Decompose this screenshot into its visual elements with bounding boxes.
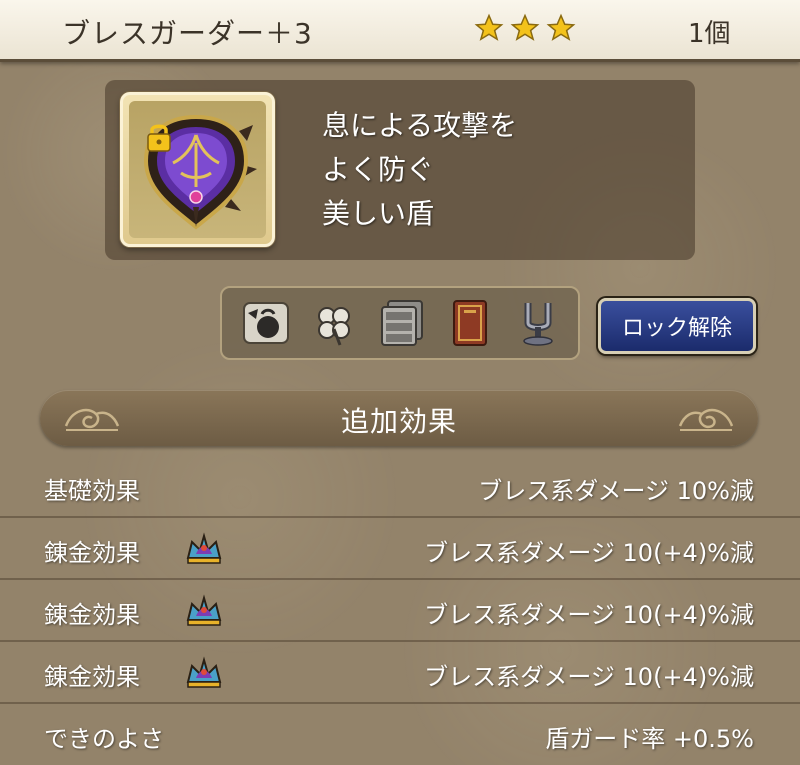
effects-list: 基礎効果 ブレス系ダメージ 10%減 錬金効果 ブレス系ダメージ 10(+4)%… [0,456,800,765]
effect-label: 基礎効果 [44,477,140,505]
flourish-ornament-icon [678,408,734,431]
lock-icon [147,124,171,152]
effect-row: 錬金効果 ブレス系ダメージ 10(+4)%減 [0,518,800,580]
effect-value: ブレス系ダメージ 10(+4)%減 [424,601,754,629]
book-button[interactable] [444,297,496,349]
effect-row: 基礎効果 ブレス系ダメージ 10%減 [0,456,800,518]
clover-icon [318,307,350,346]
drawer-icon [381,300,423,346]
additional-effects-header: 追加効果 [40,390,758,446]
description-line: 美しい盾 [322,197,435,230]
effect-value: 盾ガード率 +0.5% [545,725,754,753]
section-title: 追加効果 [340,405,457,438]
item-name: ブレスガーダー＋3 [62,17,313,50]
clover-button[interactable] [308,297,360,349]
star-icon [546,13,576,41]
tuning-fork-button[interactable] [512,297,564,349]
tuning-fork-icon [523,303,553,346]
alchemy-crown-icon [186,656,222,688]
drawer-button[interactable] [376,297,428,349]
book-icon [453,300,487,346]
effect-label: 錬金効果 [44,663,140,691]
bag-button[interactable] [240,297,292,349]
alchemy-crown-icon [186,532,222,564]
bag-icon [243,302,289,344]
effect-row: 錬金効果 ブレス系ダメージ 10(+4)%減 [0,642,800,704]
item-icon-frame[interactable] [120,92,275,247]
effect-value: ブレス系ダメージ 10%減 [478,477,754,505]
effect-row: できのよさ 盾ガード率 +0.5% [0,704,800,765]
star-icon [474,13,504,41]
item-description: 息による攻撃を よく防ぐ 美しい盾 [322,104,517,236]
effect-label: できのよさ [44,725,164,753]
item-header-bar: ブレスガーダー＋3 1個 [0,0,800,62]
effect-label: 錬金効果 [44,539,140,567]
item-count: 1個 [688,19,731,49]
description-line: 息による攻撃を [322,109,518,142]
effect-value: ブレス系ダメージ 10(+4)%減 [424,539,754,567]
item-action-icons [220,286,580,360]
unlock-button[interactable]: ロック解除 [598,298,756,354]
effect-value: ブレス系ダメージ 10(+4)%減 [424,663,754,691]
description-line: よく防ぐ [322,153,435,186]
star-icon [510,13,540,41]
effect-label: 錬金効果 [44,601,140,629]
alchemy-crown-icon [186,594,222,626]
star-rating [474,13,576,43]
effect-row: 錬金効果 ブレス系ダメージ 10(+4)%減 [0,580,800,642]
